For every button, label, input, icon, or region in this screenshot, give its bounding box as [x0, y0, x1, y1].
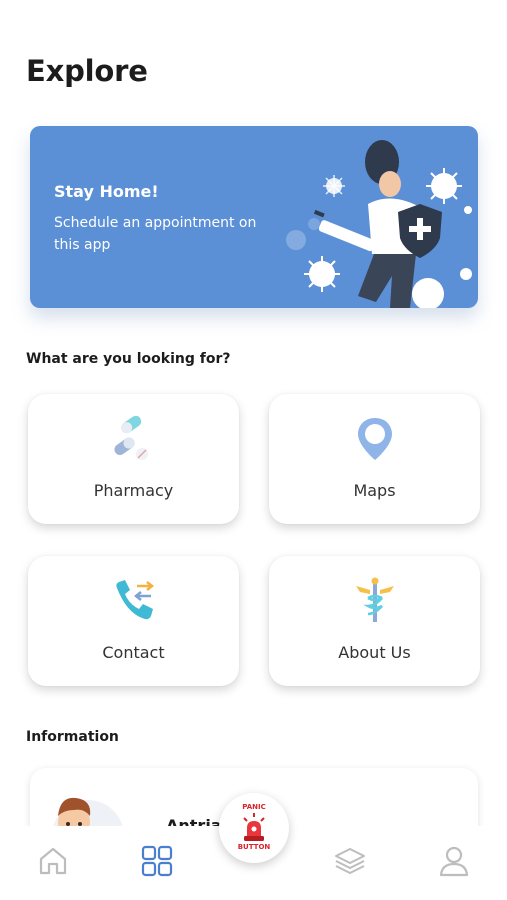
about-us-card[interactable]: About Us — [269, 556, 480, 686]
contact-label: Contact — [102, 643, 165, 662]
pills-icon — [113, 415, 148, 460]
maps-card[interactable]: Maps — [269, 394, 480, 524]
phone-call-icon — [115, 580, 154, 620]
doctor-vaccine-illustration — [286, 140, 472, 308]
grid-icon[interactable] — [140, 844, 174, 878]
panic-button[interactable]: PANIC BUTTON — [219, 793, 289, 863]
contact-card[interactable]: Contact — [28, 556, 239, 686]
maps-label: Maps — [353, 481, 396, 500]
stay-home-banner[interactable]: Stay Home! Schedule an appointment on th… — [30, 126, 478, 308]
banner-title: Stay Home! — [54, 182, 159, 201]
siren-icon — [243, 813, 265, 841]
caduceus-icon — [355, 577, 394, 622]
pharmacy-label: Pharmacy — [93, 481, 174, 500]
home-icon[interactable] — [36, 844, 70, 878]
layers-icon[interactable] — [333, 844, 367, 878]
panic-top-label: PANIC — [242, 803, 266, 811]
about-us-label: About Us — [338, 643, 411, 662]
services-heading: What are you looking for? — [26, 351, 231, 367]
user-icon[interactable] — [437, 844, 471, 878]
banner-text: Schedule an appointment on this app — [54, 215, 257, 253]
panic-bottom-label: BUTTON — [237, 843, 271, 851]
pharmacy-card[interactable]: Pharmacy — [28, 394, 239, 524]
information-heading: Information — [26, 729, 119, 745]
page-title: Explore — [26, 54, 148, 88]
map-pin-icon — [357, 418, 392, 460]
